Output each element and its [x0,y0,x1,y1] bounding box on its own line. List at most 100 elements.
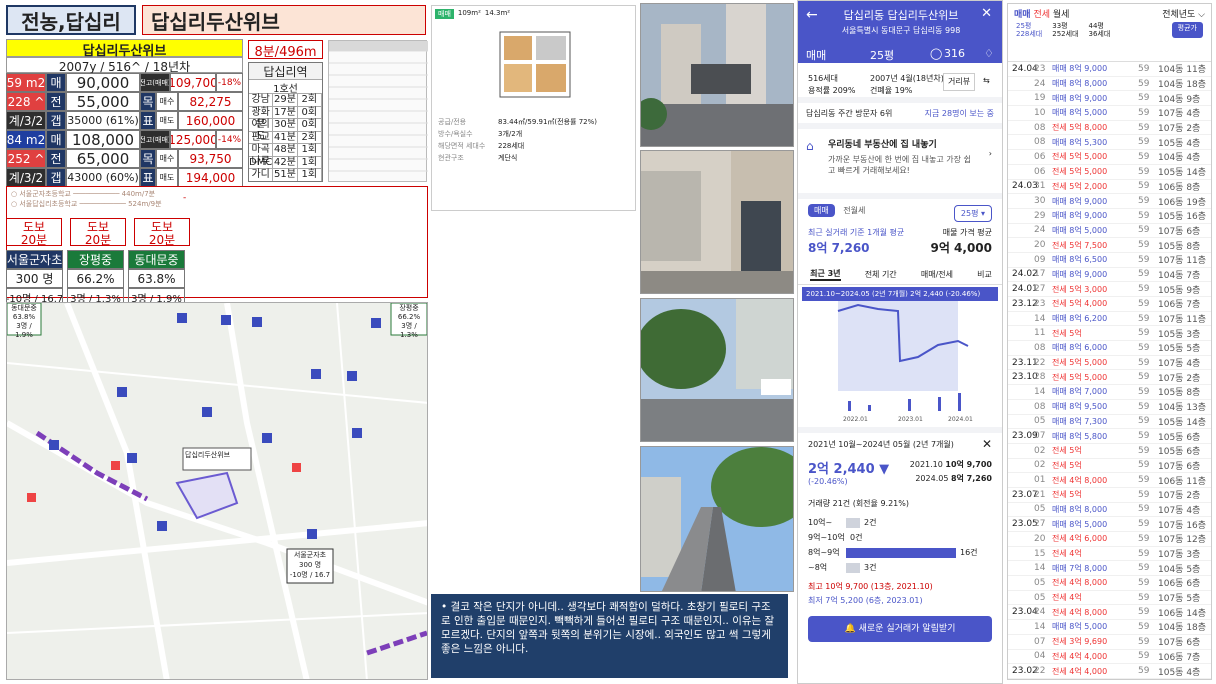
trade-row[interactable]: 23.09 07 매매 8억 5,800 59 105동 6층 [1008,429,1211,444]
share-icon[interactable]: ⇆ [983,75,990,87]
trade-row[interactable]: 08 매매 8억 5,300 59 105동 4층 [1008,135,1211,151]
trade-row[interactable]: 14 매매 8억 5,000 59 104동 18층 [1008,620,1211,635]
trade-row[interactable]: 23.02 22 전세 4억 4,000 59 105동 4층 [1008,664,1211,679]
close-icon[interactable]: ✕ [981,6,992,21]
tab-trade[interactable]: 매매 [806,47,826,63]
trade-row[interactable]: 05 매매 8억 7,300 59 105동 14층 [1008,415,1211,430]
trade-row[interactable]: 23.07 21 전세 5억 59 107동 2층 [1008,488,1211,503]
worst-price: 최저 7억 5,200 (6층, 2023.01) [808,596,923,605]
trade-rows: 24.04 23 매매 8억 9,000 59 104동 11층 24 매매 8억 8,00… [1008,62,1211,679]
trade-row[interactable]: 23.10 28 전세 5억 5,000 59 107동 2층 [1008,370,1211,386]
size-33[interactable]: 33평 252세대 [1052,22,1078,38]
trade-row[interactable]: 29 매매 8억 9,000 59 105동 16층 [1008,209,1211,224]
trade-row[interactable]: 05 전세 4억 59 107동 5층 [1008,591,1211,606]
ask-value: 9억 4,000 [930,241,992,255]
trade-row[interactable]: 05 전세 4억 8,000 59 106동 6층 [1008,576,1211,591]
trade-area: 59 [1138,636,1150,647]
trade-unit: 105동 5층 [1158,344,1201,355]
alert-button[interactable]: 🔔 새로운 실거래가 알림받기 [808,616,992,642]
trade-row[interactable]: 19 매매 8억 9,000 59 104동 9층 [1008,91,1211,107]
trade-row[interactable]: 02 전세 5억 59 107동 6층 [1008,459,1211,474]
trade-row[interactable]: 14 매매 8억 6,200 59 107동 11층 [1008,312,1211,327]
ask-label: 매물 가격 평균 [942,228,992,237]
period-tab[interactable]: 비교 [977,269,992,280]
trade-row[interactable]: 24 매매 8억 8,000 59 104동 18층 [1008,77,1211,92]
trade-row[interactable]: 24 매매 8억 5,000 59 107동 6층 [1008,224,1211,239]
trade-row[interactable]: 02 전세 5억 59 105동 6층 [1008,444,1211,459]
chart-range: 2021.10~2024.05 (2년 7개월) 2억 2,440 (-20.4… [802,287,998,301]
size-dropdown[interactable]: 25평 ▾ [953,205,992,222]
trade-row[interactable]: 10 매매 8억 5,000 59 107동 4층 [1008,106,1211,121]
trade-row[interactable]: 24.01 27 전세 5억 3,000 59 105동 9층 [1008,282,1211,297]
trade-price: 전세 3억 9,690 [1052,637,1108,647]
size-options[interactable]: 25평 228세대 33평 252세대 44평 36세대 평균가 [1008,20,1211,40]
period-tab[interactable]: 최근 3년 [810,268,841,281]
trade-row[interactable]: 23.12 23 전세 5억 4,000 59 106동 7층 [1008,297,1211,312]
trade-row[interactable]: 23.04 24 전세 4억 8,000 59 106동 14층 [1008,605,1211,621]
comment-icon[interactable]: ◯ [930,47,942,60]
price-size: 계/3/2 [6,168,46,187]
trade-tab-jeonse[interactable]: 전세 [1033,10,1050,20]
close-detail-icon[interactable]: ✕ [982,437,992,451]
trade-area: 59 [1138,357,1150,368]
bell-icon[interactable]: ♢ [984,47,994,60]
info-far: 용적률 209% [808,86,856,95]
trade-tab-monthly[interactable]: 월세 [1053,10,1070,20]
trade-row[interactable]: 23.05 27 매매 8억 5,000 59 107동 16층 [1008,517,1211,532]
promo-banner[interactable]: 우리동네 부동산에 집 내놓기 가까운 부동산에 한 번에 집 내놓고 가장 쉽… [798,123,1002,193]
trade-day: 02 [1034,460,1046,471]
trade-row[interactable]: 08 매매 8억 6,000 59 105동 5층 [1008,341,1211,356]
tab-rent[interactable]: 전월세 [837,204,871,217]
period-tab[interactable]: 전체 기간 [865,269,897,280]
trade-row[interactable]: 11 전세 5억 59 105동 3층 [1008,326,1211,342]
distance-button[interactable]: 거리뷰 [943,73,976,91]
map-label-dongdae: 동대문중 63.8% 3명 / 1.9% [8,304,40,340]
period-tabs[interactable]: 최근 3년 전체 기간 매매/전세 비교 [798,265,1002,285]
trade-area: 59 [1138,328,1150,339]
trade-row[interactable]: 04 전세 4억 4,000 59 106동 7층 [1008,650,1211,665]
chevron-right-icon[interactable]: › [989,149,992,158]
year-filter[interactable]: 전체년도 ⌵ [1162,7,1205,20]
trade-area: 59 [1138,592,1150,603]
trade-row[interactable]: 05 매매 8억 8,000 59 107동 4층 [1008,503,1211,518]
price-target-label: 목 [140,149,156,168]
visitor-link[interactable]: 지금 28명이 보는 중 [925,108,994,119]
trade-tab-sale[interactable]: 매매 [1014,10,1031,20]
trade-row[interactable]: 07 전세 3억 9,690 59 107동 6층 [1008,635,1211,650]
avg-price-button[interactable]: 평균가 [1171,22,1203,38]
trade-row[interactable]: 30 매매 8억 9,000 59 106동 19층 [1008,194,1211,209]
diff-block: 2억 2,440 ▼ (-20.46%) [808,458,889,486]
trade-row[interactable]: 15 전세 4억 59 107동 3층 [1008,547,1211,562]
size-44[interactable]: 44평 36세대 [1089,22,1111,38]
trade-row[interactable]: 14 매매 8억 7,000 59 105동 8층 [1008,385,1211,400]
trade-row[interactable]: 14 매매 7억 8,000 59 104동 5층 [1008,561,1211,577]
trade-row[interactable]: 23.11 22 전세 5억 5,000 59 107동 4층 [1008,356,1211,371]
lo-value: 8억 7,260 [950,474,992,483]
trade-area: 59 [1138,431,1150,442]
trade-row[interactable]: 24.02 17 매매 8억 9,000 59 104동 7층 [1008,268,1211,283]
station-cell: 1회 [298,169,322,181]
trade-row[interactable]: 08 매매 8억 9,500 59 104동 13층 [1008,400,1211,415]
station-cell: 1회 [298,144,322,156]
trade-row[interactable]: 24.04 23 매매 8억 9,000 59 104동 11층 [1008,62,1211,77]
station-cell: 30분 [274,119,298,131]
trade-row[interactable]: 01 전세 4억 8,000 59 106동 11층 [1008,473,1211,488]
trade-row[interactable]: 20 전세 5억 7,500 59 105동 8층 [1008,238,1211,253]
trade-unit: 107동 3층 [1158,550,1201,561]
price-high: 109,700 [170,73,216,92]
size-25[interactable]: 25평 228세대 [1016,22,1042,38]
trade-row[interactable]: 20 전세 4억 6,000 59 107동 12층 [1008,532,1211,547]
size-select[interactable]: 25평 [870,47,894,63]
map[interactable]: 동대문중 63.8% 3명 / 1.9% 장평중 66.2% 3명 / 1.3% 서울군… [6,302,428,680]
price-sub: 매도 [156,168,178,187]
trade-row[interactable]: 06 전세 5억 5,000 59 105동 14층 [1008,165,1211,180]
trade-row[interactable]: 24.03 31 전세 5억 2,000 59 106동 8층 [1008,180,1211,195]
visitor-row[interactable]: 답십리동 주간 방문자 6위 지금 28명이 보는 중 [798,97,1002,123]
alert-button-label: 새로운 실거래가 알림받기 [858,624,956,634]
trade-row[interactable]: 06 전세 5억 5,000 59 104동 4층 [1008,150,1211,165]
trade-area: 59 [1138,298,1150,309]
trade-row[interactable]: 09 매매 8억 6,500 59 107동 11층 [1008,253,1211,268]
tab-sale[interactable]: 매매 [808,204,835,217]
period-tab[interactable]: 매매/전세 [921,269,953,280]
trade-row[interactable]: 08 전세 5억 8,000 59 107동 2층 [1008,121,1211,136]
